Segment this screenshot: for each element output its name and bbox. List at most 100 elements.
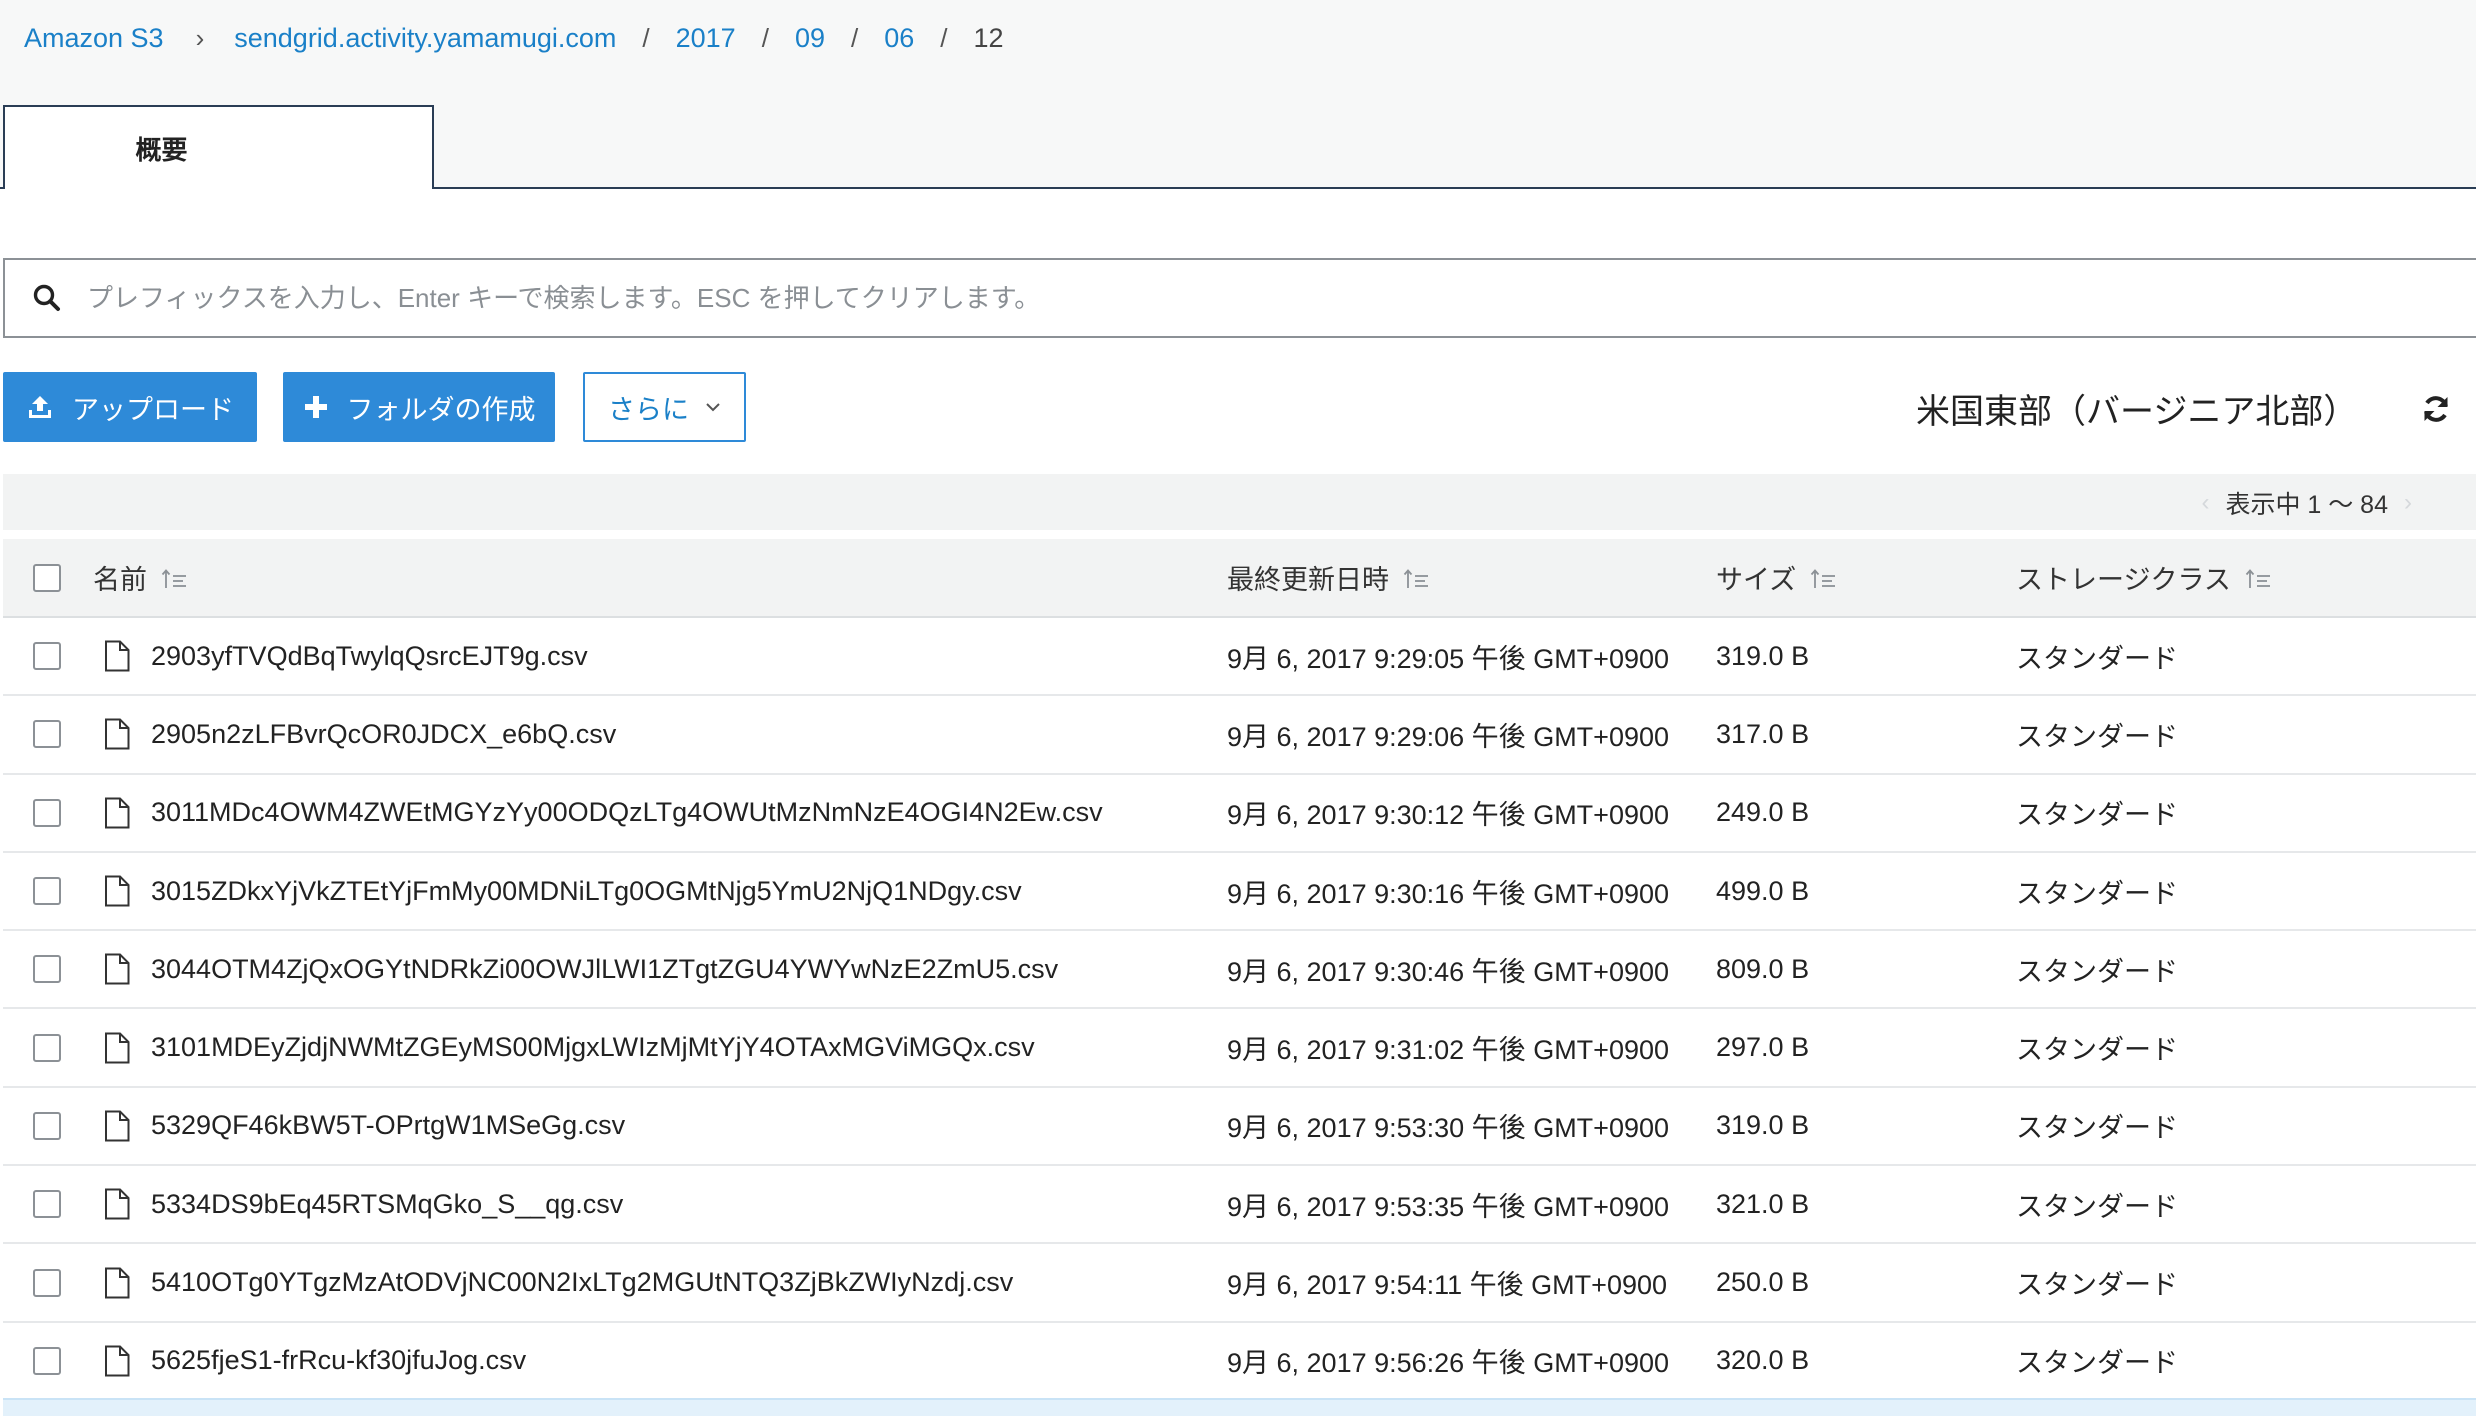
column-header-label: ストレージクラス bbox=[2016, 564, 2231, 595]
table-row[interactable]: 2905n2zLFBvrQcOR0JDCX_e6bQ.csv 9月 6, 2017… bbox=[3, 695, 2476, 774]
table-row[interactable]: 3011MDc4OWM4ZWEtMGYzYy00ODQzLTg4OWUtMzNm… bbox=[3, 774, 2476, 852]
file-icon bbox=[103, 875, 131, 907]
size-cell: 319.0 B bbox=[1716, 640, 1810, 671]
column-header-size[interactable]: サイズ bbox=[1716, 539, 2016, 617]
table-row[interactable]: 5410OTg0YTgzMzAtODVjNC00N2IxLTg2MGUtNTQ3… bbox=[3, 1243, 2476, 1322]
object-name-link[interactable]: 5334DS9bEq45RTSMqGko_S__qg.csv bbox=[151, 1189, 623, 1220]
file-icon bbox=[103, 1032, 131, 1064]
file-icon bbox=[103, 953, 131, 985]
table-row[interactable]: 3101MDEyZjdjNWMtZGEyMS00MjgxLWIzMjMtYjY4… bbox=[3, 1008, 2476, 1087]
plus-icon bbox=[304, 396, 327, 418]
column-header-label: 名前 bbox=[93, 564, 147, 595]
size-cell: 320.0 B bbox=[1716, 1345, 1810, 1376]
pager-band bbox=[3, 474, 2476, 530]
row-checkbox-cell bbox=[3, 774, 93, 852]
name-cell: 5625fjeS1-frRcu-kf30jfuJog.csv bbox=[93, 1322, 1227, 1400]
row-checkbox[interactable] bbox=[33, 642, 61, 671]
breadcrumb-path-month[interactable]: 09 bbox=[795, 23, 825, 54]
create-folder-button[interactable]: フォルダの作成 bbox=[283, 372, 555, 442]
modified-cell: 9月 6, 2017 9:56:26 午後 GMT+0900 bbox=[1227, 1348, 1670, 1379]
header-checkbox-cell bbox=[3, 539, 93, 617]
breadcrumb-path-day[interactable]: 06 bbox=[884, 23, 914, 54]
storage-class-cell: スタンダード bbox=[2016, 878, 2178, 909]
sort-icon[interactable] bbox=[1403, 566, 1429, 597]
object-name-link[interactable]: 5625fjeS1-frRcu-kf30jfuJog.csv bbox=[151, 1345, 526, 1376]
storage-class-cell: スタンダード bbox=[2016, 956, 2178, 987]
table-header-row: 名前 最終更新日時 サイズ ストレージクラス bbox=[3, 539, 2476, 617]
breadcrumb-bucket[interactable]: sendgrid.activity.yamamugi.com bbox=[234, 23, 616, 54]
row-checkbox-cell bbox=[3, 930, 93, 1008]
breadcrumb: Amazon S3 › sendgrid.activity.yamamugi.c… bbox=[24, 18, 1004, 58]
row-checkbox[interactable] bbox=[33, 955, 61, 984]
row-checkbox[interactable] bbox=[33, 1033, 61, 1062]
table-row[interactable]: 5625fjeS1-frRcu-kf30jfuJog.csv 9月 6, 2017… bbox=[3, 1322, 2476, 1400]
row-checkbox[interactable] bbox=[33, 1190, 61, 1219]
object-name-link[interactable]: 2905n2zLFBvrQcOR0JDCX_e6bQ.csv bbox=[151, 719, 616, 750]
upload-button[interactable]: アップロード bbox=[3, 372, 257, 442]
name-cell: 3015ZDkxYjVkZTEtYjFmMy00MDNiLTg0OGMtNjg5… bbox=[93, 852, 1227, 930]
name-cell: 3044OTM4ZjQxOGYtNDRkZi00OWJlLWI1ZTgtZGU4… bbox=[93, 930, 1227, 1008]
storage-class-cell: スタンダード bbox=[2016, 643, 2178, 674]
row-checkbox[interactable] bbox=[33, 798, 61, 827]
name-cell: 5329QF46kBW5T-OPrtgW1MSeGg.csv bbox=[93, 1087, 1227, 1165]
name-cell: 3011MDc4OWM4ZWEtMGYzYy00ODQzLTg4OWUtMzNm… bbox=[93, 774, 1227, 852]
row-checkbox-cell bbox=[3, 852, 93, 930]
storage-class-cell: スタンダード bbox=[2016, 800, 2178, 831]
column-header-label: 最終更新日時 bbox=[1227, 564, 1389, 595]
modified-cell: 9月 6, 2017 9:29:06 午後 GMT+0900 bbox=[1227, 721, 1670, 752]
row-checkbox[interactable] bbox=[33, 1111, 61, 1140]
object-name-link[interactable]: 5410OTg0YTgzMzAtODVjNC00N2IxLTg2MGUtNTQ3… bbox=[151, 1267, 1013, 1298]
breadcrumb-root[interactable]: Amazon S3 bbox=[24, 23, 164, 54]
storage-class-cell: スタンダード bbox=[2016, 721, 2178, 752]
table-row[interactable]: 2903yfTVQdBqTwylqQsrcEJT9g.csv 9月 6, 2017… bbox=[3, 617, 2476, 696]
chevron-left-icon[interactable]: ‹ bbox=[2201, 489, 2209, 517]
object-name-link[interactable]: 3011MDc4OWM4ZWEtMGYzYy00ODQzLTg4OWUtMzNm… bbox=[151, 797, 1103, 828]
size-cell: 319.0 B bbox=[1716, 1110, 1810, 1141]
sort-icon[interactable] bbox=[2245, 566, 2271, 597]
column-header-name[interactable]: 名前 bbox=[93, 539, 1227, 617]
storage-class-cell: スタンダード bbox=[2016, 1270, 2178, 1301]
chevron-right-icon[interactable]: › bbox=[2404, 489, 2412, 517]
object-name-link[interactable]: 3101MDEyZjdjNWMtZGEyMS00MjgxLWIzMjMtYjY4… bbox=[151, 1032, 1035, 1063]
sort-icon[interactable] bbox=[161, 566, 187, 597]
modified-cell: 9月 6, 2017 9:30:46 午後 GMT+0900 bbox=[1227, 956, 1670, 987]
select-all-checkbox[interactable] bbox=[33, 563, 61, 592]
refresh-icon[interactable] bbox=[2420, 393, 2452, 430]
file-icon bbox=[103, 1110, 131, 1142]
name-cell: 2905n2zLFBvrQcOR0JDCX_e6bQ.csv bbox=[93, 695, 1227, 773]
object-name-link[interactable]: 3044OTM4ZjQxOGYtNDRkZi00OWJlLWI1ZTgtZGU4… bbox=[151, 954, 1058, 985]
row-checkbox-cell bbox=[3, 1243, 93, 1321]
file-icon bbox=[103, 640, 131, 672]
search-input[interactable] bbox=[87, 260, 2476, 336]
table-row[interactable]: 5329QF46kBW5T-OPrtgW1MSeGg.csv 9月 6, 2017… bbox=[3, 1087, 2476, 1166]
chevron-down-icon bbox=[706, 403, 720, 412]
column-header-storage-class[interactable]: ストレージクラス bbox=[2016, 539, 2476, 617]
row-checkbox-cell bbox=[3, 1008, 93, 1086]
modified-cell: 9月 6, 2017 9:53:30 午後 GMT+0900 bbox=[1227, 1113, 1670, 1144]
pager: ‹ 表示中 1 〜 84 › bbox=[2185, 487, 2428, 519]
row-checkbox[interactable] bbox=[33, 1268, 61, 1297]
row-checkbox[interactable] bbox=[33, 877, 61, 906]
object-name-link[interactable]: 3015ZDkxYjVkZTEtYjFmMy00MDNiLTg0OGMtNjg5… bbox=[151, 876, 1022, 907]
size-cell: 249.0 B bbox=[1716, 797, 1810, 828]
table-row[interactable]: 3015ZDkxYjVkZTEtYjFmMy00MDNiLTg0OGMtNjg5… bbox=[3, 852, 2476, 931]
table-row[interactable]: 3044OTM4ZjQxOGYtNDRkZi00OWJlLWI1ZTgtZGU4… bbox=[3, 930, 2476, 1009]
sort-icon[interactable] bbox=[1810, 566, 1836, 597]
row-checkbox[interactable] bbox=[33, 1346, 61, 1375]
breadcrumb-separator: / bbox=[761, 22, 769, 53]
more-actions-dropdown[interactable]: さらに bbox=[583, 372, 746, 442]
storage-class-cell: スタンダード bbox=[2016, 1348, 2178, 1379]
column-header-label: サイズ bbox=[1716, 564, 1797, 595]
breadcrumb-path-year[interactable]: 2017 bbox=[676, 23, 736, 54]
upload-button-label: アップロード bbox=[72, 394, 234, 425]
table-row[interactable]: 5334DS9bEq45RTSMqGko_S__qg.csv 9月 6, 2017… bbox=[3, 1165, 2476, 1244]
more-actions-label: さらに bbox=[608, 394, 689, 425]
row-checkbox[interactable] bbox=[33, 720, 61, 749]
object-name-link[interactable]: 2903yfTVQdBqTwylqQsrcEJT9g.csv bbox=[151, 641, 588, 672]
row-checkbox-cell bbox=[3, 1322, 93, 1400]
tab-overview[interactable]: 概要 bbox=[3, 105, 434, 189]
column-header-modified[interactable]: 最終更新日時 bbox=[1227, 539, 1716, 617]
size-cell: 809.0 B bbox=[1716, 953, 1810, 984]
object-name-link[interactable]: 5329QF46kBW5T-OPrtgW1MSeGg.csv bbox=[151, 1110, 625, 1141]
row-checkbox-cell bbox=[3, 1165, 93, 1243]
